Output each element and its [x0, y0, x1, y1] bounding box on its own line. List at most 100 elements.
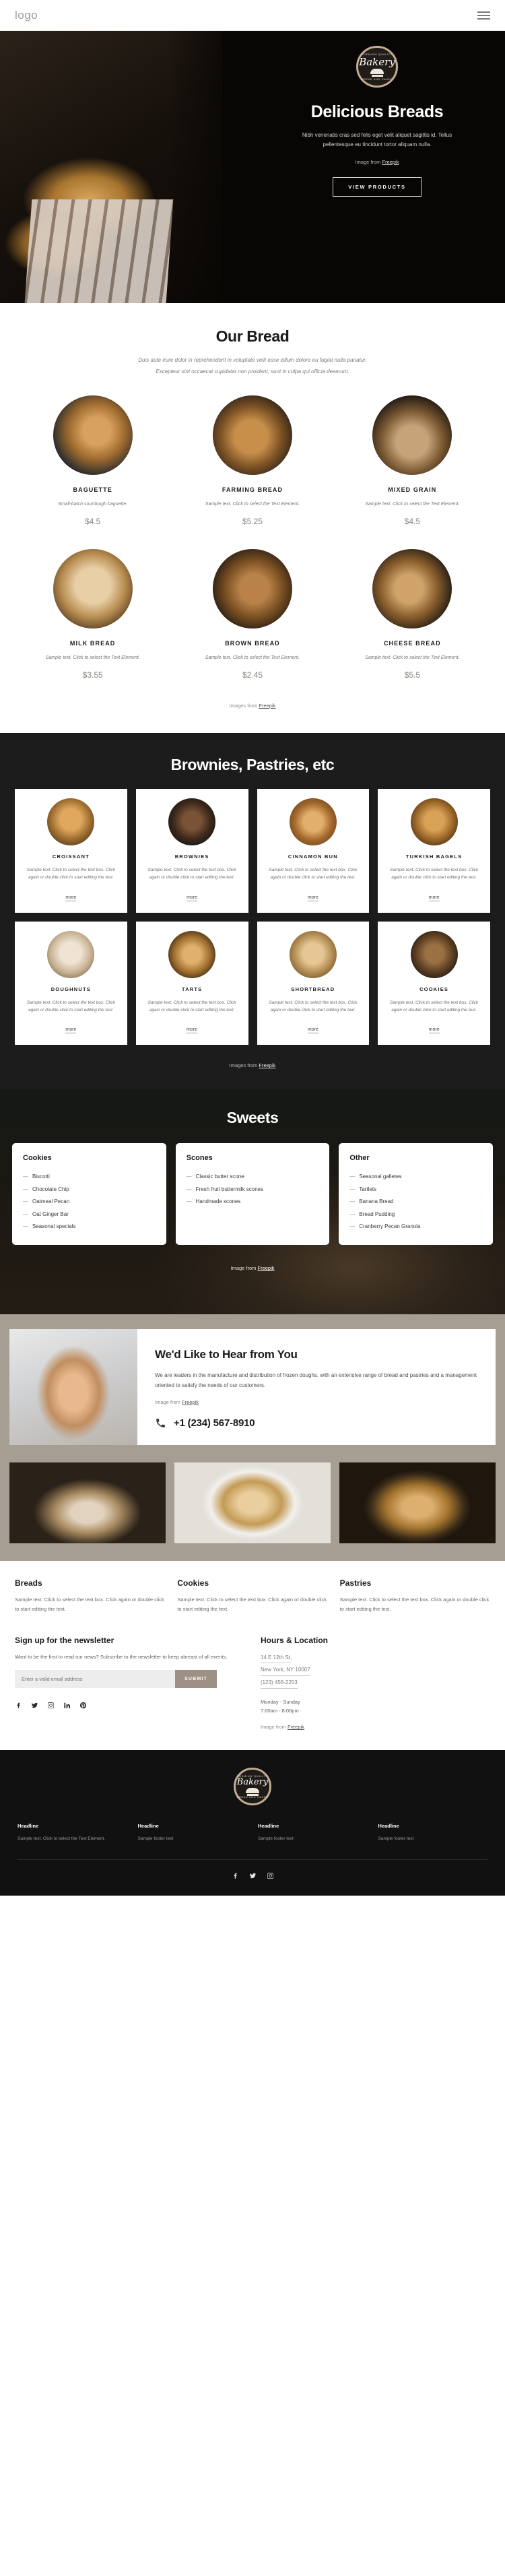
hours-days: Monday - Sunday	[261, 1698, 300, 1705]
newsletter-column: Sign up for the newsletter Want to be th…	[15, 1636, 244, 1731]
pastry-product-description: Sample text. Click to select the text bo…	[147, 867, 236, 880]
pinterest-icon[interactable]	[79, 1702, 87, 1709]
pastry-more-link[interactable]: more	[307, 895, 318, 901]
pastry-more-link[interactable]: more	[187, 1027, 198, 1034]
instagram-icon[interactable]	[267, 1872, 274, 1879]
footer-bakery-badge: Premium Quality Bakery Bread and Cakes	[234, 1768, 271, 1806]
bread-product-image	[53, 395, 133, 475]
dash-icon: —	[186, 1186, 192, 1192]
badge-name-text: Bakery	[359, 55, 395, 68]
twitter-icon[interactable]	[249, 1872, 257, 1879]
dash-icon: —	[23, 1211, 28, 1217]
address-line-1[interactable]: 14 E 12th St,	[261, 1652, 292, 1664]
pastry-product-image	[410, 798, 458, 845]
pastry-product-card[interactable]: TARTS Sample text. Click to select the te…	[135, 921, 248, 1045]
bread-product-card[interactable]: FARMING BREAD Sample text. Click to selec…	[178, 395, 326, 526]
facebook-icon[interactable]	[232, 1872, 239, 1879]
instagram-icon[interactable]	[47, 1702, 55, 1709]
pastry-product-card[interactable]: BROWNIES Sample text. Click to select the…	[135, 788, 248, 913]
info-card: Breads Sample text. Click to select the t…	[15, 1578, 165, 1614]
pastry-product-name: TARTS	[181, 986, 203, 992]
bread-product-card[interactable]: MIXED GRAIN Sample text. Click to select …	[339, 395, 486, 526]
pastry-product-card[interactable]: COOKIES Sample text. Click to select the …	[378, 921, 490, 1045]
pastry-product-description: Sample text. Click to select the text bo…	[390, 1000, 479, 1013]
sweets-item-label: Seasonal specials	[32, 1223, 76, 1230]
sweets-list-item: — Chocolate Chip	[23, 1184, 156, 1196]
sweets-title: Sweets	[226, 1109, 279, 1127]
sweets-credit-link[interactable]: Freepik	[258, 1265, 275, 1271]
info-cards-grid: Breads Sample text. Click to select the t…	[15, 1578, 490, 1614]
bread-product-card[interactable]: BROWN BREAD Sample text. Click to select …	[178, 548, 326, 680]
site-logo[interactable]: logo	[15, 9, 38, 22]
newsletter-submit-button[interactable]: SUBMIT	[174, 1670, 217, 1689]
newsletter-paragraph: Want to be the first to read our news? S…	[15, 1653, 228, 1660]
pastry-product-name: COOKIES	[419, 986, 449, 992]
dash-icon: —	[349, 1223, 356, 1230]
hours-phone-link[interactable]: (123) 456-2253	[261, 1677, 298, 1689]
pastry-more-link[interactable]: more	[428, 895, 440, 901]
pastry-product-description: Sample text. Click to select the text bo…	[269, 1000, 358, 1013]
facebook-icon[interactable]	[15, 1702, 22, 1709]
pastry-product-card[interactable]: TURKISH BAGELS Sample text. Click to sele…	[378, 788, 490, 913]
sweets-list-item: — Fresh fruit buttermilk scones	[187, 1184, 319, 1196]
pastry-product-card[interactable]: CINNAMON BUN Sample text. Click to select…	[257, 788, 370, 913]
footer-column: Headline Sample footer text	[378, 1823, 488, 1843]
bread-product-name: MIXED GRAIN	[388, 486, 437, 493]
hamburger-menu-icon[interactable]	[477, 11, 490, 20]
bread-product-card[interactable]: MILK BREAD Sample text. Click to select t…	[19, 548, 166, 680]
address-line-2[interactable]: New York, NY 10007	[261, 1665, 310, 1676]
pastry-product-card[interactable]: CROISSANT Sample text. Click to select th…	[15, 788, 127, 913]
bread-product-description: Small-batch sourdough baguette.	[58, 501, 128, 507]
bread-product-description: Sample text. Click to select the Text El…	[205, 655, 300, 660]
view-products-button[interactable]: VIEW PRODUCTS	[333, 177, 422, 197]
contact-phone-number[interactable]: +1 (234) 567-8910	[174, 1417, 255, 1429]
contact-credit-link[interactable]: Freepik	[182, 1399, 199, 1405]
pastry-more-link[interactable]: more	[65, 1027, 77, 1034]
newsletter-email-input[interactable]	[15, 1670, 175, 1689]
bread-product-name: CHEESE BREAD	[383, 639, 441, 647]
info-card-title: Cookies	[177, 1578, 209, 1588]
bread-product-description: Sample text. Click to select the Text El…	[365, 655, 460, 660]
newsletter-form: SUBMIT	[15, 1670, 217, 1689]
bread-product-price: $5.5	[404, 670, 420, 680]
footer-column: Headline Sample footer text	[258, 1823, 368, 1843]
bread-product-card[interactable]: CHEESE BREAD Sample text. Click to select…	[339, 548, 486, 680]
hours-credit-link[interactable]: Freepik	[288, 1724, 304, 1730]
sweets-item-label: Classic butter scone	[195, 1173, 244, 1180]
sweets-list-item: — Oat Ginger Bar	[23, 1209, 156, 1221]
info-card-title: Breads	[15, 1578, 42, 1588]
info-card-text: Sample text. Click to select the text bo…	[177, 1597, 327, 1612]
hero-paragraph: Nibh venenatis cras sed felis eget velit…	[302, 132, 452, 148]
pastry-more-link[interactable]: more	[65, 895, 77, 901]
contact-phone-row[interactable]: +1 (234) 567-8910	[155, 1417, 478, 1429]
sweets-item-label: Cranberry Pecan Granola	[359, 1223, 421, 1230]
pastry-product-image	[47, 798, 95, 845]
contact-paragraph: We are leaders in the manufacture and di…	[155, 1372, 477, 1389]
hero-credit-link[interactable]: Freepik	[382, 159, 399, 165]
bread-images-credit: Images from Freepik	[19, 703, 486, 709]
bread-product-description: Sample text. Click to select the Text El…	[205, 501, 300, 507]
bread-product-card[interactable]: BAGUETTE Small-batch sourdough baguette. $…	[19, 395, 166, 526]
pastry-more-link[interactable]: more	[428, 1027, 440, 1034]
dash-icon: —	[23, 1223, 28, 1230]
twitter-icon[interactable]	[31, 1702, 38, 1709]
bread-product-image	[372, 395, 452, 475]
bread-credit-link[interactable]: Freepik	[259, 703, 275, 709]
pastries-credit-link[interactable]: Freepik	[259, 1062, 275, 1068]
bread-product-description: Sample text. Click to select the Text El…	[365, 501, 460, 507]
pastry-more-link[interactable]: more	[187, 895, 198, 901]
sweets-section: Sweets Cookies — Biscotti — Chocolate Chip — O…	[0, 1089, 505, 1314]
our-bread-subtitle-line1: Duis aute irure dolor in reprehenderit i…	[138, 357, 367, 363]
linkedin-icon[interactable]	[63, 1702, 71, 1709]
pastry-product-card[interactable]: DOUGHNUTS Sample text. Click to select th…	[15, 921, 127, 1045]
badge-bottom-text: Bread and Cakes	[361, 77, 393, 81]
bread-product-price: $4.5	[84, 516, 101, 526]
pastry-product-image	[289, 930, 337, 978]
pastry-more-link[interactable]: more	[307, 1027, 318, 1034]
info-card-text: Sample text. Click to select the text bo…	[339, 1597, 490, 1612]
gallery-grid	[9, 1462, 496, 1544]
footer-column: Headline Sample footer text	[138, 1823, 248, 1843]
pastry-product-card[interactable]: SHORTBREAD Sample text. Click to select t…	[257, 921, 370, 1045]
hero-title: Delicious Breads	[310, 102, 444, 121]
contact-credit-prefix: Image from	[155, 1399, 182, 1406]
